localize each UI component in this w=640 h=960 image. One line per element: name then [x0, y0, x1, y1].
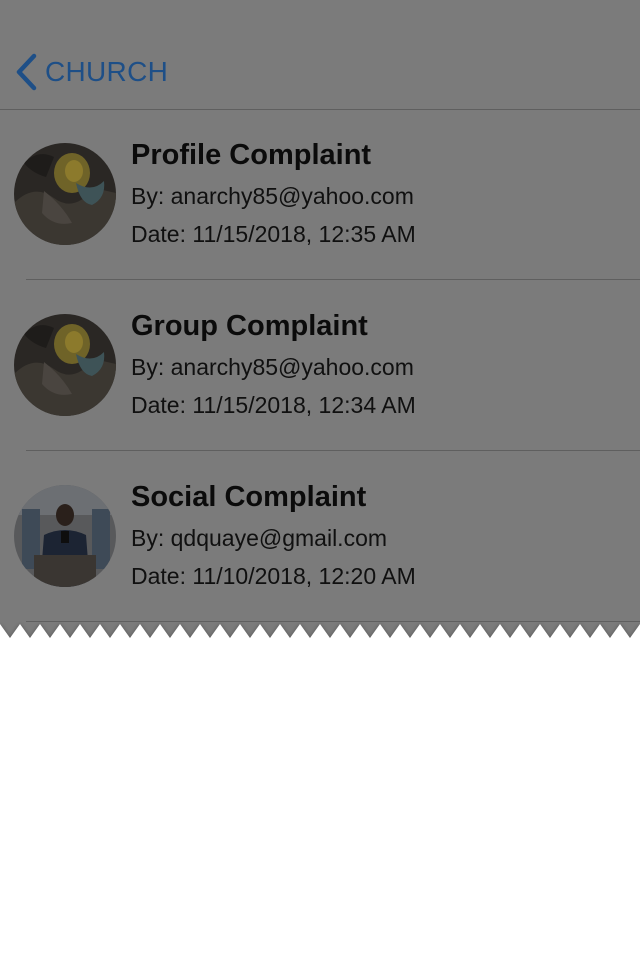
complaint-title: Profile Complaint	[131, 139, 372, 171]
torn-edge	[0, 624, 640, 658]
complaint-author: By: anarchy85@yahoo.com	[131, 354, 414, 380]
complaint-date: Date: 11/10/2018, 12:20 AM	[131, 563, 416, 589]
mirror-selfie-avatar	[14, 485, 116, 587]
navigation-bar: CHURCH	[0, 0, 640, 110]
complaint-date: Date: 11/15/2018, 12:34 AM	[131, 392, 416, 418]
back-button[interactable]: CHURCH	[14, 52, 168, 92]
complaint-row[interactable]: Profile Complaint By: anarchy85@yahoo.co…	[0, 109, 640, 280]
complaint-author: By: anarchy85@yahoo.com	[131, 183, 414, 209]
complaint-row[interactable]: Social Complaint By: qdquaye@gmail.com D…	[0, 451, 640, 622]
complaint-title: Group Complaint	[131, 310, 368, 342]
fantasy-art-avatar	[14, 143, 116, 245]
dimmed-content-area: CHURCH Profile Complaint By: anarchy85@y…	[0, 0, 640, 640]
complaint-row[interactable]: Group Complaint By: anarchy85@yahoo.com …	[0, 280, 640, 451]
chevron-left-icon	[14, 53, 38, 91]
back-button-label: CHURCH	[45, 56, 169, 87]
complaint-date: Date: 11/15/2018, 12:35 AM	[131, 221, 416, 247]
complaint-title: Social Complaint	[131, 481, 367, 513]
fantasy-art-avatar	[14, 314, 116, 416]
complaint-author: By: qdquaye@gmail.com	[131, 525, 388, 551]
screen: CHURCH Profile Complaint By: anarchy85@y…	[0, 0, 640, 960]
